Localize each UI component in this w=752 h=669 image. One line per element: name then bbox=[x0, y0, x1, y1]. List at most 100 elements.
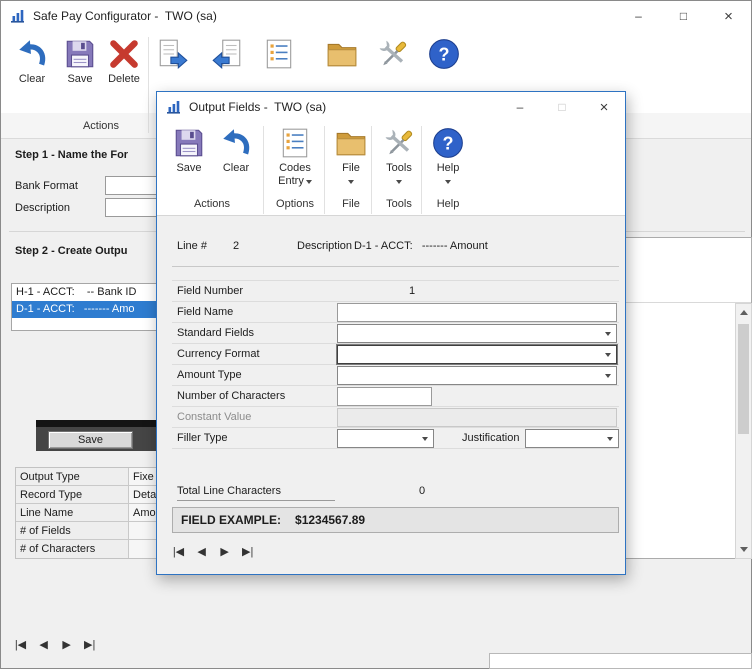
dialog-toolbar: Save Clear bbox=[157, 122, 625, 192]
scroll-up-button[interactable] bbox=[736, 304, 751, 321]
dialog-clear-button[interactable]: Clear bbox=[214, 126, 258, 174]
justification-label: Justification bbox=[462, 432, 519, 444]
filler-type-row: Filler Type zeros Justification Right bbox=[172, 428, 619, 449]
dialog-help-button[interactable]: ? Help bbox=[425, 126, 471, 186]
amount-type-select[interactable]: Field Amount bbox=[337, 366, 617, 385]
close-button[interactable]: × bbox=[706, 1, 751, 31]
next-record-button[interactable]: ▶ bbox=[59, 638, 74, 651]
prop-label: # of Fields bbox=[16, 522, 129, 539]
field-name-input[interactable]: Amount bbox=[337, 303, 617, 322]
help-icon: ? bbox=[431, 126, 465, 160]
dialog-file-button[interactable]: File bbox=[329, 126, 373, 186]
export-button-main[interactable] bbox=[150, 37, 196, 71]
last-record-button[interactable]: ▶| bbox=[82, 638, 97, 651]
clear-button-main[interactable]: Clear bbox=[9, 37, 55, 85]
toolbar-separator bbox=[148, 37, 149, 133]
dialog-title: Output Fields - TWO (sa) bbox=[189, 100, 326, 114]
standard-fields-select[interactable]: Check Amount bbox=[337, 324, 617, 343]
field-name-row: Field Name Amount bbox=[172, 302, 619, 323]
tools-button-main[interactable] bbox=[370, 37, 416, 71]
field-example-value: $1234567.89 bbox=[295, 513, 365, 527]
codes-button-main[interactable] bbox=[256, 37, 302, 71]
first-record-button[interactable]: |◀ bbox=[13, 638, 28, 651]
save-field-button[interactable]: Save bbox=[48, 431, 133, 449]
prop-label: Record Type bbox=[16, 486, 129, 503]
number-of-characters-label: Number of Characters bbox=[172, 386, 337, 406]
dialog-app-icon bbox=[166, 99, 182, 115]
combo-arrow-icon bbox=[605, 332, 611, 336]
dialog-group-strip: Actions Options File Tools Help bbox=[157, 192, 625, 216]
last-record-button[interactable]: ▶| bbox=[240, 545, 255, 558]
actions-group-label: Actions bbox=[167, 192, 257, 216]
justification-select[interactable]: Right bbox=[525, 429, 619, 448]
dialog-tools-button[interactable]: Tools bbox=[375, 126, 423, 186]
minimize-button[interactable]: – bbox=[616, 1, 661, 31]
currency-format-label: Currency Format bbox=[172, 344, 337, 364]
options-group-label: Options bbox=[269, 192, 321, 216]
currency-format-select[interactable]: Currency - with $ / with decimal bbox=[337, 345, 617, 364]
save-button-main[interactable]: Save bbox=[57, 37, 103, 85]
import-page-icon bbox=[210, 37, 244, 71]
constant-value-input bbox=[337, 408, 617, 427]
prop-label: Output Type bbox=[16, 468, 129, 485]
description-label: Description bbox=[15, 202, 70, 214]
tools-group-label: Tools bbox=[375, 192, 423, 216]
safe-pay-configurator-window: Safe Pay Configurator - TWO (sa) – □ × C… bbox=[0, 0, 752, 669]
scroll-up-icon bbox=[740, 310, 748, 315]
previous-record-button[interactable]: ◀ bbox=[36, 638, 51, 651]
codes-list-icon bbox=[278, 126, 312, 160]
save-icon bbox=[172, 126, 206, 160]
folder-icon bbox=[334, 126, 368, 160]
toolbar-separator bbox=[263, 126, 264, 214]
field-name-label: Field Name bbox=[172, 302, 337, 322]
tools-icon bbox=[376, 37, 410, 71]
filler-type-label: Filler Type bbox=[172, 428, 337, 448]
prop-label: Line Name bbox=[16, 504, 129, 521]
dialog-close-button[interactable]: × bbox=[583, 92, 625, 122]
scroll-down-button[interactable] bbox=[736, 541, 751, 558]
help-group-label: Help bbox=[425, 192, 471, 216]
folder-icon bbox=[325, 37, 359, 71]
total-line-characters-value: 0 bbox=[419, 485, 425, 497]
main-window-title: Safe Pay Configurator - TWO (sa) bbox=[33, 9, 217, 23]
field-number-value: 1 bbox=[409, 285, 415, 297]
toolbar-separator bbox=[371, 126, 372, 214]
step2-heading: Step 2 - Create Outpu bbox=[15, 245, 127, 257]
prop-label: # of Characters bbox=[16, 540, 129, 558]
standard-fields-label: Standard Fields bbox=[172, 323, 337, 343]
dialog-minimize-button[interactable]: – bbox=[499, 92, 541, 122]
help-button-main[interactable]: ? bbox=[421, 37, 467, 71]
svg-text:?: ? bbox=[442, 133, 453, 153]
line-number-value: 2 bbox=[233, 240, 239, 252]
field-grid: Field Number 1 Field Name Amount Standar… bbox=[172, 280, 619, 449]
dialog-titlebar: Output Fields - TWO (sa) – □ × bbox=[157, 92, 625, 122]
first-record-button[interactable]: |◀ bbox=[171, 545, 186, 558]
delete-button-main[interactable]: Delete bbox=[101, 37, 147, 85]
clear-icon bbox=[15, 37, 49, 71]
standard-fields-row: Standard Fields Check Amount bbox=[172, 323, 619, 344]
maximize-button[interactable]: □ bbox=[661, 1, 706, 31]
file-button-main[interactable] bbox=[319, 37, 365, 71]
app-icon bbox=[10, 8, 26, 24]
vertical-scrollbar[interactable] bbox=[735, 303, 752, 559]
step1-heading: Step 1 - Name the For bbox=[15, 149, 128, 161]
number-of-characters-input[interactable]: 10 bbox=[337, 387, 432, 406]
dialog-maximize-button: □ bbox=[541, 92, 583, 122]
import-button-main[interactable] bbox=[204, 37, 250, 71]
dialog-save-button[interactable]: Save bbox=[167, 126, 211, 174]
dropdown-arrow-icon bbox=[445, 180, 451, 184]
codes-list-icon bbox=[262, 37, 296, 71]
dropdown-arrow-icon bbox=[306, 180, 312, 184]
dialog-codes-entry-button[interactable]: Codes Entry bbox=[269, 126, 321, 186]
field-example-box: FIELD EXAMPLE: $1234567.89 bbox=[172, 507, 619, 533]
amount-type-row: Amount Type Field Amount bbox=[172, 365, 619, 386]
previous-record-button[interactable]: ◀ bbox=[194, 545, 209, 558]
save-icon bbox=[63, 37, 97, 71]
next-record-button[interactable]: ▶ bbox=[217, 545, 232, 558]
scroll-thumb[interactable] bbox=[738, 324, 749, 434]
tools-icon bbox=[382, 126, 416, 160]
save-field-button-label: Save bbox=[78, 434, 103, 446]
filler-type-select[interactable]: zeros bbox=[337, 429, 434, 448]
dropdown-arrow-icon bbox=[396, 180, 402, 184]
constant-value-row: Constant Value bbox=[172, 407, 619, 428]
